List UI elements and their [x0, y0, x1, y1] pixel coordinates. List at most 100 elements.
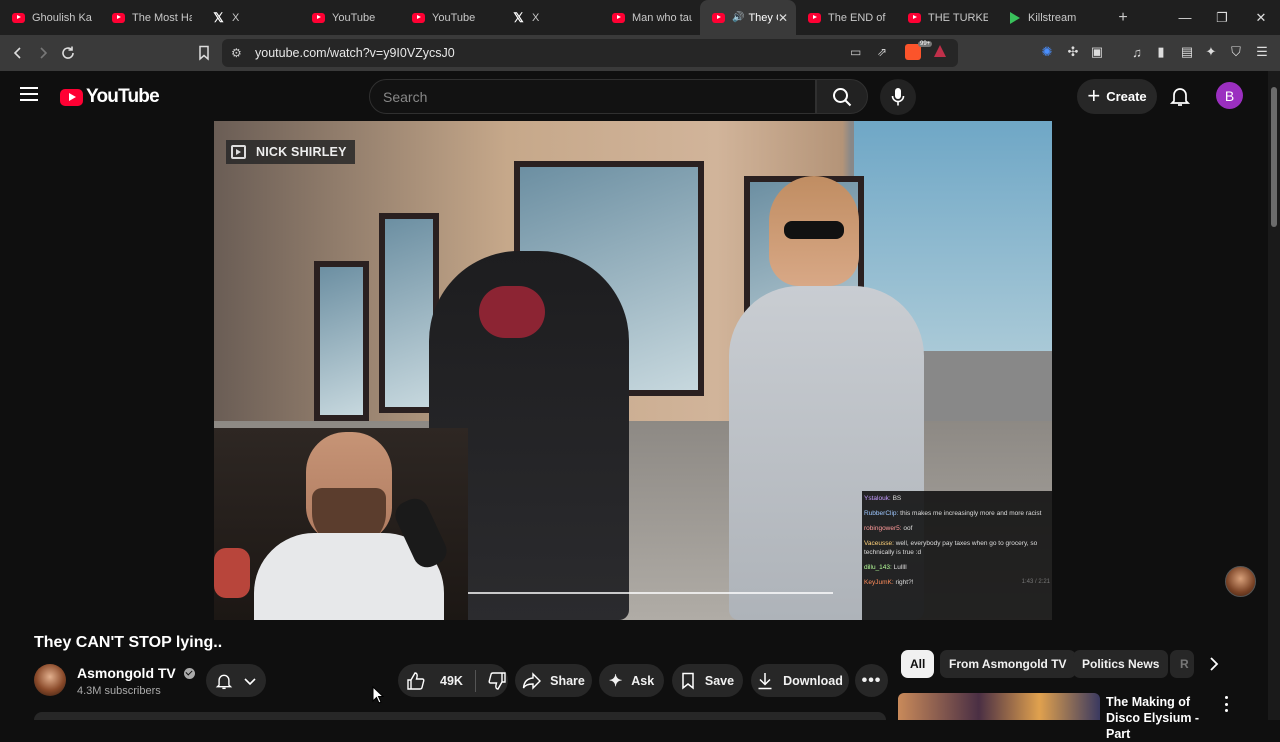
channel-name[interactable]: Asmongold TV	[77, 665, 195, 681]
leo-ai-icon[interactable]: ✦	[1203, 44, 1219, 60]
youtube-logo[interactable]: YouTube	[60, 86, 160, 108]
microphone-icon	[891, 88, 905, 106]
chat-text: this makes me increasingly more and more…	[900, 510, 1042, 517]
sidebar-toggle-icon[interactable]: ▮	[1153, 44, 1169, 60]
create-button[interactable]: + Create	[1077, 79, 1157, 114]
share-button[interactable]: Share	[515, 664, 592, 697]
more-actions-button[interactable]: •••	[855, 664, 888, 697]
browser-tab[interactable]: YouTube	[300, 0, 400, 35]
wallet-icon[interactable]: ▤	[1179, 44, 1195, 60]
bookmark-save-icon	[682, 672, 694, 690]
browser-tab[interactable]: THE TURKEY	[896, 0, 996, 35]
chip-from-channel[interactable]: From Asmongold TV	[940, 650, 1076, 678]
browser-tab[interactable]: 𝕏X	[500, 0, 600, 35]
recommended-more-icon[interactable]	[1223, 696, 1229, 712]
browser-menu-icon[interactable]: ☰	[1254, 44, 1270, 60]
tab-label: YouTube	[432, 11, 476, 24]
video-player[interactable]: NICK SHIRLEY Ystalouk: BS RubberClip: th…	[214, 121, 1052, 620]
browser-tab[interactable]: The Most Ha	[100, 0, 200, 35]
page-scrollbar[interactable]	[1268, 71, 1280, 720]
x-favicon-icon: 𝕏	[213, 9, 224, 25]
bookmark-icon[interactable]	[192, 41, 216, 65]
back-icon[interactable]	[6, 41, 30, 65]
scrollbar-thumb[interactable]	[1271, 87, 1277, 227]
browser-tab[interactable]: Ghoulish Kar	[0, 0, 100, 35]
save-button[interactable]: Save	[672, 664, 743, 697]
restore-icon[interactable]: ❐	[1203, 0, 1241, 35]
chat-username: KeyJumK:	[864, 579, 894, 586]
browser-tab[interactable]: The END of L	[796, 0, 896, 35]
account-avatar[interactable]: B	[1216, 82, 1243, 109]
search-button[interactable]	[816, 79, 868, 114]
chip-all[interactable]: All	[901, 650, 935, 678]
chevron-right-icon[interactable]	[1206, 656, 1222, 672]
video-logo-icon	[231, 145, 246, 159]
extensions-icon[interactable]: ✣	[1065, 44, 1081, 60]
video-title: They CAN'T STOP lying..	[34, 634, 223, 651]
audio-playing-icon[interactable]: 🔊	[732, 12, 744, 23]
search-input[interactable]: Search	[369, 79, 816, 114]
recommended-video-title[interactable]: The Making of Disco Elysium - Part	[1106, 694, 1218, 742]
new-tab-icon[interactable]: +	[1108, 9, 1138, 27]
channel-avatar[interactable]	[34, 664, 66, 696]
youtube-favicon-icon	[312, 12, 325, 23]
chat-username: robingower5:	[864, 525, 902, 532]
screenshot-icon[interactable]: ▣	[1089, 44, 1105, 60]
download-button[interactable]: Download	[751, 664, 849, 697]
create-label: Create	[1106, 89, 1147, 104]
extension-vpn-icon[interactable]: ✺	[1039, 44, 1055, 60]
browser-tab[interactable]: 𝕏X	[200, 0, 300, 35]
video-frame-sunglasses	[784, 221, 844, 239]
dislike-button[interactable]	[487, 671, 507, 691]
browser-tab-active[interactable]: 🔊 They C✕	[700, 0, 796, 35]
description-box[interactable]	[34, 712, 886, 720]
tab-label: Man who tau	[632, 11, 692, 24]
ask-button[interactable]: ✦ Ask	[599, 664, 664, 697]
streamer-webcam-overlay	[214, 428, 468, 620]
youtube-favicon-icon	[808, 12, 821, 23]
share-icon	[522, 671, 542, 690]
chip-partial[interactable]: R	[1170, 650, 1194, 678]
like-dislike-group: 49K	[398, 664, 508, 697]
tab-label: The Most Ha	[132, 11, 192, 24]
browser-toolbar: ⚙ youtube.com/watch?v=y9I0VZycsJ0 ▭ ⇗ 99…	[0, 35, 1280, 71]
tab-label: Ghoulish Kar	[32, 11, 92, 24]
chip-label: All	[910, 657, 926, 671]
video-progress-line	[468, 592, 833, 594]
channel-floating-avatar[interactable]	[1225, 566, 1256, 597]
vpn-shield-icon[interactable]: ⛉	[1228, 44, 1244, 60]
media-icon[interactable]: ♫	[1129, 44, 1145, 60]
tab-close-icon[interactable]: ✕	[778, 11, 788, 25]
subscribe-notification-button[interactable]	[206, 664, 266, 697]
address-bar[interactable]: ⚙ youtube.com/watch?v=y9I0VZycsJ0 ▭ ⇗ 99…	[222, 39, 958, 67]
logo-text: YouTube	[86, 86, 160, 107]
like-button[interactable]: 49K	[406, 671, 463, 691]
sparkle-icon: ✦	[608, 672, 623, 690]
avatar-letter: B	[1224, 87, 1235, 104]
youtube-header: YouTube Search + Create B	[0, 71, 1280, 121]
youtube-favicon-icon	[12, 12, 25, 23]
notifications-bell-icon[interactable]	[1169, 85, 1191, 107]
window-close-icon[interactable]: ✕	[1242, 0, 1280, 35]
menu-icon[interactable]	[20, 87, 38, 101]
bell-icon	[215, 674, 233, 689]
browser-tab[interactable]: Man who tau	[600, 0, 700, 35]
site-settings-icon[interactable]: ⚙	[231, 46, 242, 60]
brave-rewards-icon[interactable]	[934, 45, 946, 57]
forward-icon[interactable]	[31, 41, 55, 65]
chat-username: Ystalouk:	[864, 495, 891, 502]
share-page-icon[interactable]: ⇗	[877, 45, 887, 59]
download-icon	[758, 672, 772, 689]
chip-politics-news[interactable]: Politics News	[1073, 650, 1169, 678]
youtube-favicon-icon	[112, 12, 125, 23]
browser-tab[interactable]: Killstream	[996, 0, 1096, 35]
reload-icon[interactable]	[56, 41, 80, 65]
chat-text: BS	[892, 495, 902, 502]
verified-check-icon	[183, 667, 195, 679]
voice-search-button[interactable]	[880, 79, 916, 115]
browser-tab[interactable]: YouTube	[400, 0, 500, 35]
download-label: Download	[783, 673, 843, 688]
cast-icon[interactable]: ▭	[850, 45, 861, 59]
minimize-icon[interactable]: —	[1166, 0, 1204, 35]
recommended-video-thumbnail[interactable]	[898, 693, 1100, 720]
